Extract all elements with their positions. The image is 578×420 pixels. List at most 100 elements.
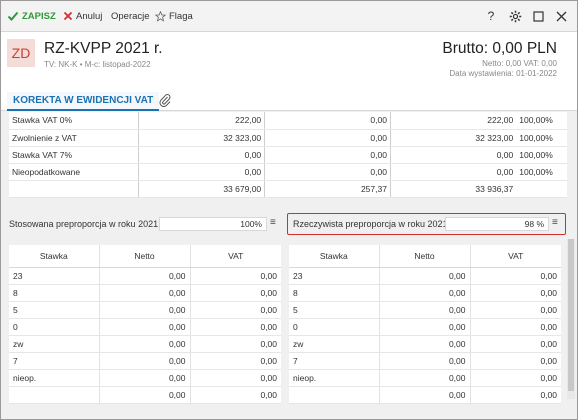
tab-vat-correction[interactable]: KOREKTA W EWIDENCJI VAT [7,92,160,111]
cell-vat: 0,00 [469,352,561,370]
cell-value[interactable]: 0,00 [264,112,391,130]
hamburger-icon: ≡ [552,217,558,228]
cell-vat: 0,00 [469,318,561,336]
cell-percent[interactable]: 100,00% [516,163,567,181]
net-vat-amount: Netto: 0,00 VAT: 0,00 [482,59,557,68]
settings-button[interactable] [507,8,523,24]
table-row[interactable]: 8 0,00 0,00 [289,284,561,302]
close-button[interactable] [553,8,569,24]
table-row[interactable]: 5 0,00 0,00 [289,301,561,319]
table-row[interactable]: 5 0,00 0,00 [9,301,281,319]
column-header-rate[interactable]: Stawka [289,245,379,268]
cell-net: 0,00 [98,284,190,302]
table-row[interactable]: zw 0,00 0,00 [9,335,281,353]
totals-row: 33 679,00 257,37 33 936,37 [9,179,567,198]
column-header-net[interactable]: Netto [378,245,470,268]
actual-preproportion-field[interactable]: 98 % [445,217,549,231]
column-header-vat[interactable]: VAT [189,245,281,268]
save-button[interactable]: ZAPISZ [7,9,56,23]
document-window: ZAPISZ Anuluj Operacje Flaga ? ZD RZ-KVP… [0,0,578,420]
flag-button[interactable]: Flaga [155,9,193,23]
vat-rates-table: Stawka VAT 0% 222,00 0,00 222,00 100,00%… [9,112,567,198]
table-row[interactable]: nieop. 0,00 0,00 [289,369,561,387]
operations-menu[interactable]: Operacje [111,9,150,23]
cell-percent[interactable]: 100,00% [516,146,567,164]
document-type-badge: ZD [7,39,35,67]
table-row[interactable]: 23 0,00 0,00 [9,267,281,285]
x-icon [63,11,73,21]
table-row: Zwolnienie z VAT 32 323,00 0,00 32 323,0… [9,129,567,147]
document-header: ZD RZ-KVPP 2021 r. TV: NK-K • M-c: listo… [1,32,577,92]
cell-rate: 5 [289,301,379,319]
cell-vat: 0,00 [189,335,281,353]
cell-value[interactable]: 0,00 [264,129,391,147]
help-icon: ? [487,9,495,23]
cell-vat: 0,00 [189,267,281,285]
star-icon [155,10,166,22]
applied-preproportion-field[interactable]: 100% [159,217,267,231]
cell-rate: 23 [289,267,379,285]
cell-value[interactable]: 0,00 [264,146,391,164]
cell-rate: 0 [9,318,99,336]
row-label: Zwolnienie z VAT [9,129,139,147]
cell-net: 0,00 [378,335,470,353]
document-title: RZ-KVPP 2021 r. [44,40,163,57]
save-label: ZAPISZ [22,10,56,22]
actual-preproportion-label: Rzeczywista preproporcja w roku 2021: [293,219,451,229]
table-row[interactable]: 7 0,00 0,00 [289,352,561,370]
table-row[interactable]: 23 0,00 0,00 [289,267,561,285]
cell-value[interactable]: 0,00 [389,163,517,181]
gross-amount: Brutto: 0,00 PLN [442,40,557,57]
cell-net: 0,00 [378,301,470,319]
table-row: Nieopodatkowane 0,00 0,00 0,00 100,00% [9,163,567,181]
table-row: Stawka VAT 7% 0,00 0,00 0,00 100,00% [9,146,567,164]
table-row[interactable]: 0 0,00 0,00 [289,318,561,336]
table-row[interactable]: 7 0,00 0,00 [9,352,281,370]
cancel-button[interactable]: Anuluj [63,9,102,23]
row-label: Nieopodatkowane [9,163,139,181]
table-row[interactable]: 0 0,00 0,00 [9,318,281,336]
cell-value[interactable]: 222,00 [138,112,265,130]
maximize-button[interactable] [530,8,546,24]
column-header-vat[interactable]: VAT [469,245,561,268]
total-b: 257,37 [264,179,391,198]
cell-vat: 0,00 [189,318,281,336]
cell-value[interactable]: 222,00 [389,112,517,130]
cell-value[interactable]: 0,00 [138,163,265,181]
vertical-scrollbar[interactable] [567,239,575,399]
attachments-button[interactable] [159,93,171,110]
hamburger-icon: ≡ [270,217,276,228]
cell-rate: 7 [289,352,379,370]
cell-vat: 0,00 [189,301,281,319]
vat-table-applied: Stawka Netto VAT 23 0,00 0,00 8 0,00 0,00 50… [9,245,281,404]
paperclip-icon [159,94,171,108]
cell-percent[interactable]: 100,00% [516,129,567,147]
tab-vat-correction-label: KOREKTA W EWIDENCJI VAT [13,95,154,106]
help-button[interactable]: ? [483,8,499,24]
total-vat: 0,00 [469,385,561,404]
cell-percent[interactable]: 100,00% [516,112,567,130]
cell-rate: 7 [9,352,99,370]
issue-date: Data wystawienia: 01-01-2022 [449,69,557,78]
cell-net: 0,00 [378,352,470,370]
cell-value[interactable]: 0,00 [264,163,391,181]
table-row[interactable]: 8 0,00 0,00 [9,284,281,302]
cell-value[interactable]: 0,00 [389,146,517,164]
cell-value[interactable]: 0,00 [138,146,265,164]
row-label: Stawka VAT 7% [9,146,139,164]
cell-rate: zw [289,335,379,353]
table-row[interactable]: nieop. 0,00 0,00 [9,369,281,387]
table-header-row: Stawka Netto VAT [9,245,281,268]
column-header-rate[interactable]: Stawka [9,245,99,268]
applied-preproportion-menu[interactable]: ≡ [270,217,276,228]
total-c: 33 936,37 [389,179,517,198]
scrollbar-thumb[interactable] [568,239,574,391]
totals-row: 0,00 0,00 [289,385,561,404]
table-row[interactable]: zw 0,00 0,00 [289,335,561,353]
cell-value[interactable]: 32 323,00 [138,129,265,147]
check-icon [7,11,19,21]
cell-value[interactable]: 32 323,00 [389,129,517,147]
cell-rate: nieop. [289,369,379,387]
actual-preproportion-menu[interactable]: ≡ [552,217,558,228]
column-header-net[interactable]: Netto [98,245,190,268]
